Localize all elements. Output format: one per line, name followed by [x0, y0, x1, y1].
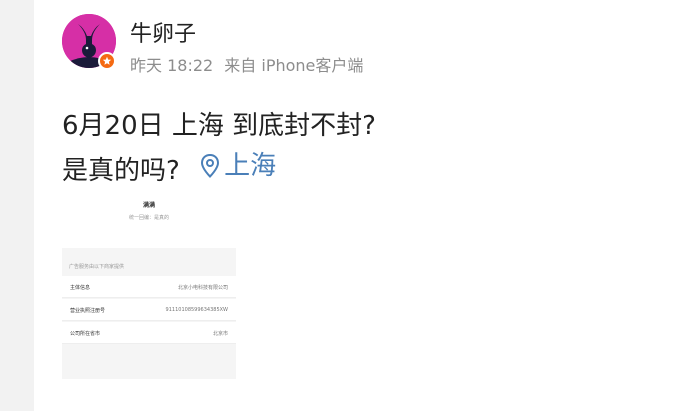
attachment-row: 主体信息 北京小电科技有限公司: [62, 276, 236, 298]
attached-image[interactable]: 满满 统一回编：是真的 广告服务由以下商家提供 主体信息 北京小电科技有限公司 …: [62, 196, 236, 379]
attachment-row-key: 公司所在省市: [70, 331, 101, 337]
post-text: 6月20日 上海 到底封不封? 是真的吗? 上海: [62, 106, 622, 191]
post-line-2-text: 是真的吗?: [62, 156, 180, 186]
username[interactable]: 牛卵子: [130, 20, 196, 50]
verified-badge-icon: [98, 52, 116, 70]
attachment-row-value: 北京市: [212, 331, 228, 337]
location-label: 上海: [224, 151, 277, 181]
attachment-row: 公司所在省市 北京市: [62, 322, 236, 344]
location-link[interactable]: 上海: [200, 146, 276, 186]
attachment-row-value: 91110108599634385XW: [165, 307, 228, 313]
map-pin-icon: [201, 153, 220, 178]
attachment-title: 满满: [142, 202, 155, 209]
attachment-row-value: 北京小电科技有限公司: [177, 285, 228, 291]
post-line-2: 是真的吗? 上海: [62, 146, 622, 191]
post-source: 来自 iPhone客户端: [224, 56, 364, 75]
attachment-row-key: 主体信息: [70, 285, 91, 291]
post-line-1: 6月20日 上海 到底封不封?: [62, 111, 376, 141]
post-time[interactable]: 昨天 18:22: [130, 56, 213, 75]
attachment-subtitle: 统一回编：是真的: [128, 215, 169, 221]
attachment-row-key: 营业执照注册号: [70, 308, 106, 314]
attachment-row: 营业执照注册号 91110108599634385XW: [62, 299, 236, 321]
attachment-sheet: 广告服务由以下商家提供 主体信息 北京小电科技有限公司 营业执照注册号 9111…: [62, 248, 236, 379]
post-meta: 昨天 18:22 来自 iPhone客户端: [130, 55, 369, 77]
attachment-section-header: 广告服务由以下商家提供: [69, 264, 125, 270]
